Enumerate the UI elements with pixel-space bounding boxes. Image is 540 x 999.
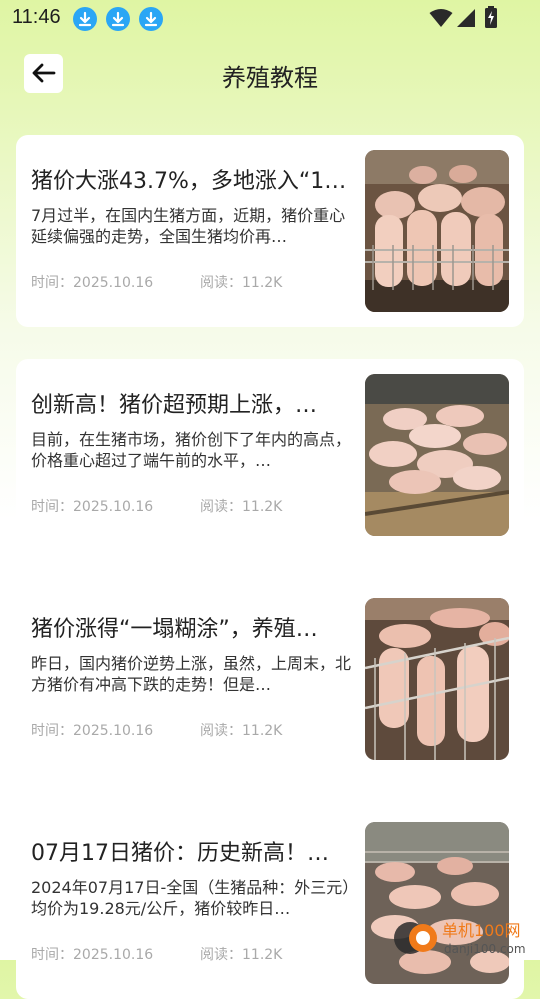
watermark-text: 单机100网 bbox=[442, 921, 521, 940]
article-time: 时间：2025.10.16 bbox=[31, 499, 154, 515]
article-time: 时间：2025.10.16 bbox=[31, 275, 154, 291]
article-reads: 阅读：11.2K bbox=[200, 947, 283, 963]
article-excerpt: 昨日，国内猪价逆势上涨，虽然，上周末，北方猪价有冲高下跌的走势！但是… bbox=[31, 654, 351, 694]
article-time: 时间：2025.10.16 bbox=[31, 947, 154, 963]
article-title: 创新高！猪价超预期上涨，… bbox=[31, 393, 318, 418]
article-reads: 阅读：11.2K bbox=[200, 499, 283, 515]
watermark-logo: 单机100网 danji100.com bbox=[388, 914, 538, 958]
article-excerpt: 7月过半，在国内生猪方面，近期，猪价重心延续偏强的走势，全国生猪均价再… bbox=[31, 206, 346, 246]
signal-icon bbox=[457, 9, 475, 27]
article-title: 07月17日猪价：历史新高！… bbox=[31, 841, 329, 866]
article-thumbnail bbox=[365, 150, 509, 312]
download-icon bbox=[139, 7, 163, 31]
article-reads: 阅读：11.2K bbox=[200, 723, 283, 739]
article-title: 猪价涨得“一塌糊涂”，养殖… bbox=[31, 617, 318, 642]
article-card[interactable]: 07月17日猪价：历史新高！… 2024年07月17日-全国（生猪品种：外三元）… bbox=[16, 807, 524, 999]
wifi-icon bbox=[429, 9, 453, 27]
article-card[interactable]: 猪价涨得“一塌糊涂”，养殖… 昨日，国内猪价逆势上涨，虽然，上周末，北方猪价有冲… bbox=[16, 583, 524, 775]
article-time: 时间：2025.10.16 bbox=[31, 723, 154, 739]
article-title: 猪价大涨43.7%，多地涨入“1… bbox=[31, 169, 347, 194]
article-excerpt: 2024年07月17日-全国（生猪品种：外三元）均价为19.28元/公斤，猪价较… bbox=[31, 878, 351, 918]
article-excerpt: 目前，在生猪市场，猪价创下了年内的高点，价格重心超过了端午前的水平，… bbox=[31, 430, 351, 470]
download-icon bbox=[73, 7, 97, 31]
status-time: 11:46 bbox=[12, 6, 61, 28]
battery-charging-icon bbox=[485, 6, 497, 28]
download-icon bbox=[106, 7, 130, 31]
article-card[interactable]: 创新高！猪价超预期上涨，… 目前，在生猪市场，猪价创下了年内的高点，价格重心超过… bbox=[16, 359, 524, 551]
page-title: 养殖教程 bbox=[222, 64, 318, 92]
article-reads: 阅读：11.2K bbox=[200, 275, 283, 291]
article-thumbnail bbox=[365, 598, 509, 760]
watermark-url: danji100.com bbox=[444, 942, 526, 956]
article-thumbnail bbox=[365, 374, 509, 536]
status-bar: 11:46 bbox=[0, 0, 540, 36]
article-card[interactable]: 猪价大涨43.7%，多地涨入“1… 7月过半，在国内生猪方面，近期，猪价重心延续… bbox=[16, 135, 524, 327]
